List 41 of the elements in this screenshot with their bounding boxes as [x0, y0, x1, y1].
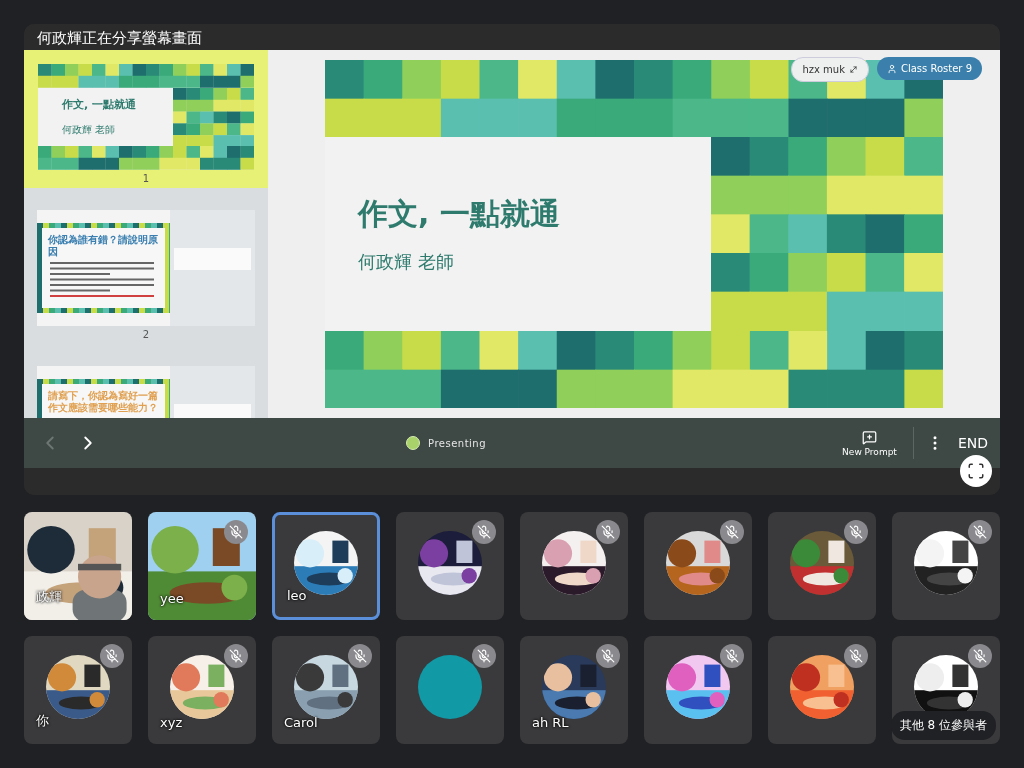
participant-name: xyz [160, 715, 183, 730]
user-chip[interactable]: hzx muk [791, 57, 869, 82]
more-participants-toast[interactable]: 其他 8 位參與者 [890, 711, 996, 740]
end-button[interactable]: END [957, 435, 988, 451]
participant-tile[interactable] [520, 512, 628, 620]
slide-title: 請寫下，你認為寫好一篇作文應該需要哪些能力？ [48, 390, 159, 414]
participant-tile[interactable] [396, 636, 504, 744]
participant-name: yee [160, 591, 184, 606]
fullscreen-icon [967, 462, 985, 480]
participant-tile[interactable]: Carol [272, 636, 380, 744]
status-dot [406, 436, 421, 450]
slide-title: 你認為誰有錯？請說明原因 [48, 234, 159, 258]
slide-number: 1 [142, 173, 150, 184]
slide-number: 2 [142, 329, 150, 340]
participant-tile[interactable]: leo [272, 512, 380, 620]
slide-title: 作文, 一點就通 [358, 195, 561, 234]
person-icon [886, 63, 897, 74]
participant-tile[interactable]: xyz [148, 636, 256, 744]
participant-tile[interactable]: 你 [24, 636, 132, 744]
participant-name: ah RL [532, 715, 569, 730]
participant-tile[interactable] [644, 636, 752, 744]
participant-name: 你 [36, 712, 49, 730]
status-label: Presenting [428, 437, 487, 449]
slide-subtitle: 何政輝 老師 [62, 122, 117, 137]
roster-chip[interactable]: Class Roster 9 [876, 57, 982, 80]
participant-tile[interactable]: yee [148, 512, 256, 620]
participant-tile[interactable]: ah RL [520, 636, 628, 744]
participant-tile[interactable] [768, 636, 876, 744]
expand-icon [848, 65, 858, 74]
add-comment-icon [862, 429, 877, 445]
participant-tile[interactable] [892, 512, 1000, 620]
slide-title: 作文, 一點就通 [62, 97, 137, 113]
slide-thumbnail-item[interactable]: 作文, 一點就通 何政輝 老師 1 [24, 50, 268, 188]
new-prompt-button[interactable]: New Prompt [838, 429, 901, 457]
slide-subtitle: 何政輝 老師 [358, 249, 455, 274]
participant-name: Carol [284, 715, 318, 730]
participant-name: 政輝 [36, 588, 62, 606]
participant-tile[interactable] [768, 512, 876, 620]
participant-tile[interactable] [396, 512, 504, 620]
participant-tile[interactable] [644, 512, 752, 620]
participant-name: leo [287, 588, 307, 603]
